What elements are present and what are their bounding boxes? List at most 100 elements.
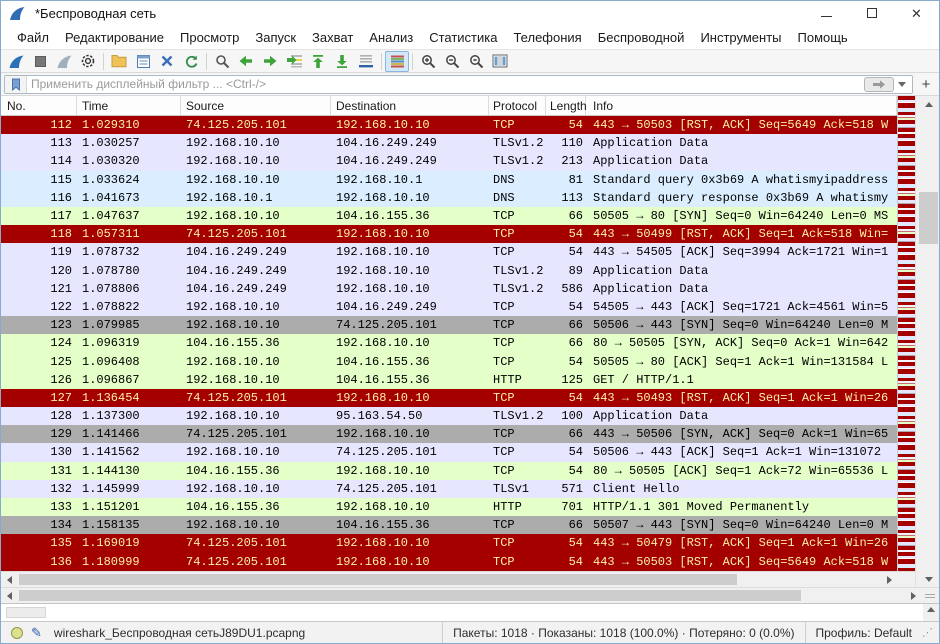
pane-splitter-handle[interactable] — [921, 587, 939, 603]
packet-row[interactable]: 1231.079985192.168.10.1074.125.205.101TC… — [1, 316, 897, 334]
packet-row[interactable]: 1331.151201104.16.155.36192.168.10.10HTT… — [1, 498, 897, 516]
capture-options-button[interactable] — [76, 51, 100, 72]
menu-item-capture[interactable]: Захват — [304, 27, 361, 48]
stop-capture-button[interactable] — [28, 51, 52, 72]
packet-cell-dst: 95.163.54.50 — [331, 409, 489, 423]
packet-row[interactable]: 1261.096867192.168.10.10104.16.155.36HTT… — [1, 371, 897, 389]
packet-row[interactable]: 1321.145999192.168.10.1074.125.205.101TL… — [1, 480, 897, 498]
open-file-button[interactable] — [107, 51, 131, 72]
packet-row[interactable]: 1311.144130104.16.155.36192.168.10.10TCP… — [1, 462, 897, 480]
colorize-button[interactable] — [385, 51, 409, 72]
packet-row[interactable]: 1141.030320192.168.10.10104.16.249.249TL… — [1, 152, 897, 170]
maximize-button[interactable] — [849, 1, 894, 25]
column-header-proto[interactable]: Protocol — [489, 96, 546, 115]
menu-item-edit[interactable]: Редактирование — [57, 27, 172, 48]
start-capture-button[interactable] — [4, 51, 28, 72]
packet-cell-proto: TCP — [489, 518, 546, 532]
menu-item-help[interactable]: Помощь — [790, 27, 856, 48]
hscroll-track[interactable] — [17, 588, 905, 603]
packet-cell-no: 131 — [1, 464, 77, 478]
menu-item-statistics[interactable]: Статистика — [421, 27, 505, 48]
close-file-button[interactable] — [155, 51, 179, 72]
hscroll-thumb[interactable] — [19, 590, 801, 601]
packet-row[interactable]: 1251.096408192.168.10.10104.16.155.36TCP… — [1, 352, 897, 370]
scroll-left-button[interactable] — [1, 588, 17, 603]
packet-row[interactable]: 1131.030257192.168.10.10104.16.249.249TL… — [1, 134, 897, 152]
scroll-up-button[interactable] — [916, 96, 940, 112]
packet-row[interactable]: 1211.078806104.16.249.249192.168.10.10TL… — [1, 280, 897, 298]
filter-dropdown-caret[interactable] — [898, 82, 906, 87]
packet-row[interactable]: 1191.078732104.16.249.249192.168.10.10TC… — [1, 243, 897, 261]
menu-item-telephony[interactable]: Телефония — [505, 27, 589, 48]
packet-row[interactable]: 1291.14146674.125.205.101192.168.10.10TC… — [1, 425, 897, 443]
column-header-time[interactable]: Time — [77, 96, 181, 115]
packet-row[interactable]: 1341.158135192.168.10.10104.16.155.36TCP… — [1, 516, 897, 534]
go-last-button[interactable] — [330, 51, 354, 72]
packet-row[interactable]: 1171.047637192.168.10.10104.16.155.36TCP… — [1, 207, 897, 225]
wireshark-window: *Беспроводная сеть ✕ ФайлРедактированиеП… — [0, 0, 940, 644]
vscroll-thumb[interactable] — [919, 192, 938, 244]
details-vscrollbar[interactable] — [923, 604, 939, 621]
menu-item-go[interactable]: Запуск — [247, 27, 304, 48]
column-header-len[interactable]: Length — [546, 96, 586, 115]
hscroll-thumb[interactable] — [19, 574, 737, 585]
add-filter-button[interactable]: + — [917, 75, 935, 94]
close-button[interactable]: ✕ — [894, 1, 939, 25]
expert-info-icon[interactable] — [11, 627, 23, 639]
scroll-right-button[interactable] — [881, 572, 897, 587]
column-header-info[interactable]: Info — [586, 96, 897, 115]
zoom-out-button[interactable] — [440, 51, 464, 72]
apply-filter-button[interactable] — [864, 77, 894, 92]
hscroll-track[interactable] — [17, 572, 881, 587]
zoom-reset-button[interactable] — [464, 51, 488, 72]
go-first-button[interactable] — [306, 51, 330, 72]
go-back-button[interactable] — [234, 51, 258, 72]
packet-row[interactable]: 1241.096319104.16.155.36192.168.10.10TCP… — [1, 334, 897, 352]
intelligent-scrollbar-minimap[interactable] — [897, 96, 915, 571]
column-header-src[interactable]: Source — [181, 96, 331, 115]
minimize-button[interactable] — [804, 1, 849, 25]
zoom-in-button[interactable] — [416, 51, 440, 72]
packet-cell-info: Standard query response 0x3b69 A whatism… — [586, 191, 897, 205]
packet-list-hscrollbar[interactable] — [1, 571, 897, 587]
reload-file-button[interactable] — [179, 51, 203, 72]
go-forward-button[interactable] — [258, 51, 282, 72]
scroll-down-button[interactable] — [916, 571, 940, 587]
save-file-button[interactable] — [131, 51, 155, 72]
right-arrow-icon — [911, 592, 916, 600]
menu-item-analyze[interactable]: Анализ — [361, 27, 421, 48]
menu-item-file[interactable]: Файл — [9, 27, 57, 48]
packet-row[interactable]: 1151.033624192.168.10.10192.168.10.1DNS8… — [1, 171, 897, 189]
vscroll-track[interactable] — [916, 112, 940, 571]
restart-capture-button[interactable] — [52, 51, 76, 72]
auto-scroll-button[interactable] — [354, 51, 378, 72]
menu-item-wireless[interactable]: Беспроводной — [590, 27, 693, 48]
menu-item-tools[interactable]: Инструменты — [692, 27, 789, 48]
packet-row[interactable]: 1301.141562192.168.10.1074.125.205.101TC… — [1, 443, 897, 461]
packet-row[interactable]: 1201.078780104.16.249.249192.168.10.10TL… — [1, 262, 897, 280]
packet-row[interactable]: 1271.13645474.125.205.101192.168.10.10TC… — [1, 389, 897, 407]
packet-row[interactable]: 1121.02931074.125.205.101192.168.10.10TC… — [1, 116, 897, 134]
column-header-dst[interactable]: Destination — [331, 96, 489, 115]
packet-list-vscrollbar[interactable] — [915, 96, 940, 587]
capture-comment-icon[interactable]: ✎ — [31, 625, 42, 641]
packet-row[interactable]: 1281.137300192.168.10.1095.163.54.50TLSv… — [1, 407, 897, 425]
resize-columns-button[interactable] — [488, 51, 512, 72]
details-hscrollbar[interactable] — [1, 587, 921, 603]
scroll-right-button[interactable] — [905, 588, 921, 603]
packet-cell-dst: 192.168.10.10 — [331, 427, 489, 441]
packet-cell-time: 1.030257 — [77, 136, 181, 150]
packet-row[interactable]: 1181.05731174.125.205.101192.168.10.10TC… — [1, 225, 897, 243]
column-header-no[interactable]: No. — [1, 96, 77, 115]
packet-row[interactable]: 1221.078822192.168.10.10104.16.249.249TC… — [1, 298, 897, 316]
packet-row[interactable]: 1351.16901974.125.205.101192.168.10.10TC… — [1, 534, 897, 552]
go-to-packet-button[interactable] — [282, 51, 306, 72]
packet-row[interactable]: 1161.041673192.168.10.1192.168.10.10DNS1… — [1, 189, 897, 207]
find-packet-button[interactable] — [210, 51, 234, 72]
packet-row[interactable]: 1361.18099974.125.205.101192.168.10.10TC… — [1, 553, 897, 571]
display-filter-input[interactable] — [27, 77, 864, 91]
scroll-left-button[interactable] — [1, 572, 17, 587]
filter-bookmark-button[interactable] — [5, 76, 27, 93]
menu-item-view[interactable]: Просмотр — [172, 27, 247, 48]
profile-label[interactable]: Профиль: Default — [805, 622, 923, 643]
